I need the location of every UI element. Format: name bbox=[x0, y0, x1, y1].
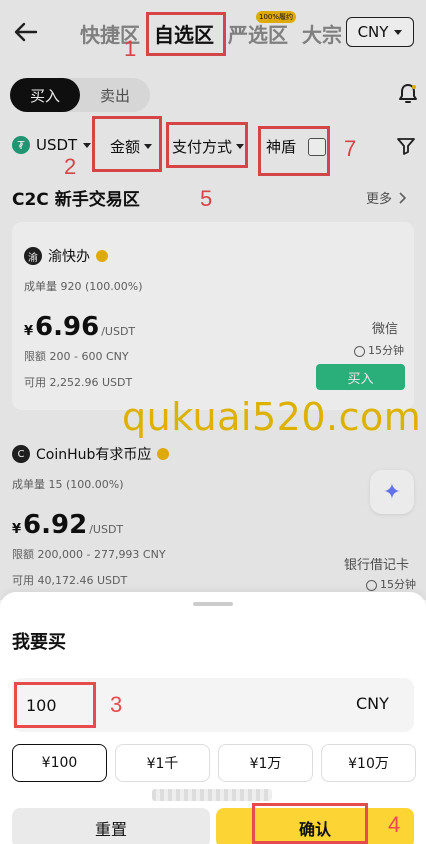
amount-filter[interactable]: 金额 bbox=[110, 136, 153, 157]
shield-filter-label: 神盾 bbox=[266, 138, 297, 156]
page: 快捷区 自选区 100%履约 严选区 大宗 CNY 1 买入 卖出 ₮ USDT bbox=[0, 0, 426, 844]
buy-button[interactable]: 买入 bbox=[316, 364, 405, 390]
payment-method: 微信 bbox=[372, 322, 399, 337]
coin-label: USDT bbox=[36, 136, 78, 154]
verified-icon bbox=[157, 448, 170, 460]
price: ¥ 6.92 /USDT bbox=[12, 510, 123, 540]
filter-funnel-icon[interactable] bbox=[396, 136, 416, 156]
payment-filter[interactable]: 支付方式 bbox=[172, 136, 245, 157]
amount-input[interactable] bbox=[26, 690, 226, 720]
chevron-right-icon bbox=[399, 191, 407, 204]
shield-filter[interactable]: 神盾 bbox=[266, 136, 327, 157]
amount-filter-label: 金额 bbox=[110, 138, 141, 156]
top-bar: 快捷区 自选区 100%履约 严选区 大宗 CNY bbox=[0, 0, 426, 70]
chevron-down-icon bbox=[83, 142, 92, 148]
chevron-down-icon bbox=[144, 144, 153, 149]
chevron-down-icon bbox=[236, 144, 245, 149]
tab-bulk[interactable]: 大宗 bbox=[302, 19, 342, 48]
trade-side-toggle: 买入 卖出 bbox=[10, 78, 150, 112]
limit: 限额 200,000 - 277,993 CNY bbox=[12, 548, 166, 561]
reset-button[interactable]: 重置 bbox=[12, 808, 210, 844]
price-value: 6.96 bbox=[35, 312, 100, 342]
clock-icon bbox=[366, 579, 377, 591]
merchant-header: 渝 渝快办 bbox=[24, 246, 108, 266]
quick-amount-chip[interactable]: ¥10万 bbox=[321, 744, 416, 782]
payment-filter-label: 支付方式 bbox=[172, 138, 233, 156]
annotation-3: 3 bbox=[110, 692, 123, 717]
currency-symbol: ¥ bbox=[12, 522, 22, 537]
blurred-text bbox=[152, 789, 272, 801]
sheet-title: 我要买 bbox=[12, 632, 66, 653]
payment-method: 银行借记卡 bbox=[344, 558, 410, 573]
annotation-2: 2 bbox=[64, 154, 77, 179]
confirm-button[interactable]: 确认 bbox=[216, 808, 414, 844]
chevron-down-icon bbox=[394, 29, 403, 35]
price: ¥ 6.96 /USDT bbox=[24, 312, 135, 342]
currency-label: CNY bbox=[357, 23, 389, 41]
back-arrow-icon[interactable] bbox=[12, 18, 40, 46]
merchant-name[interactable]: 渝快办 bbox=[48, 246, 90, 266]
shield-checkbox[interactable] bbox=[308, 137, 327, 156]
annotation-7: 7 bbox=[344, 136, 357, 161]
sparkle-icon: ✦ bbox=[382, 479, 402, 505]
available: 可用 2,252.96 USDT bbox=[24, 376, 133, 389]
more-link[interactable]: 更多 bbox=[366, 188, 407, 207]
verified-icon bbox=[96, 250, 108, 262]
assistant-sparkle-button[interactable]: ✦ bbox=[370, 470, 414, 514]
sheet-handle[interactable] bbox=[193, 602, 233, 606]
sell-toggle[interactable]: 卖出 bbox=[80, 78, 150, 112]
fulfillment-badge: 100%履约 bbox=[256, 10, 297, 23]
tether-icon: ₮ bbox=[12, 136, 30, 154]
clock-icon bbox=[354, 345, 365, 357]
more-label: 更多 bbox=[366, 192, 393, 207]
price-value: 6.92 bbox=[23, 510, 88, 540]
currency-symbol: ¥ bbox=[24, 324, 34, 339]
buy-sheet: 我要买 CNY ¥100 ¥1千 ¥1万 ¥10万 重置 确认 bbox=[0, 592, 426, 844]
currency-select[interactable]: CNY bbox=[346, 17, 414, 47]
tab-selected[interactable]: 严选区 bbox=[228, 23, 288, 47]
payment-time-label: 15分钟 bbox=[368, 344, 404, 357]
order-stats: 成单量 15 (100.00%) bbox=[12, 478, 124, 491]
quick-amounts: ¥100 ¥1千 ¥1万 ¥10万 bbox=[12, 744, 416, 782]
bell-icon[interactable] bbox=[396, 82, 420, 106]
quick-amount-chip[interactable]: ¥1千 bbox=[115, 744, 210, 782]
amount-field[interactable]: CNY bbox=[12, 678, 414, 732]
watermark: qukuai520.com bbox=[122, 395, 422, 439]
annotation-4: 4 bbox=[388, 812, 401, 837]
section-title: C2C 新手交易区 bbox=[12, 190, 140, 210]
market-tabs: 快捷区 自选区 100%履约 严选区 大宗 bbox=[80, 10, 342, 50]
limit: 限额 200 - 600 CNY bbox=[24, 350, 129, 363]
avatar: 渝 bbox=[24, 247, 42, 265]
quick-amount-chip[interactable]: ¥1万 bbox=[218, 744, 313, 782]
buy-toggle[interactable]: 买入 bbox=[10, 78, 80, 112]
amount-unit: CNY bbox=[356, 694, 389, 713]
available: 可用 40,172.46 USDT bbox=[12, 574, 128, 587]
tab-selected-wrap: 100%履约 严选区 bbox=[228, 10, 297, 48]
payment-time: 15分钟 bbox=[366, 576, 416, 592]
tab-custom[interactable]: 自选区 bbox=[154, 19, 214, 48]
payment-time-label: 15分钟 bbox=[380, 578, 416, 591]
price-unit: /USDT bbox=[101, 325, 136, 338]
coin-select[interactable]: ₮ USDT bbox=[12, 136, 92, 154]
price-unit: /USDT bbox=[89, 523, 124, 536]
merchant-card[interactable]: 渝 渝快办 成单量 920 (100.00%) ¥ 6.96 /USDT 限额 … bbox=[12, 222, 414, 410]
annotation-1: 1 bbox=[124, 36, 137, 61]
merchant-name[interactable]: CoinHub有求币应 bbox=[36, 444, 151, 464]
payment-time: 15分钟 bbox=[354, 342, 404, 358]
annotation-5: 5 bbox=[200, 186, 213, 211]
quick-amount-chip[interactable]: ¥100 bbox=[12, 744, 107, 782]
order-stats: 成单量 920 (100.00%) bbox=[24, 280, 143, 293]
merchant-header: C CoinHub有求币应 bbox=[12, 444, 170, 464]
avatar: C bbox=[12, 445, 30, 463]
